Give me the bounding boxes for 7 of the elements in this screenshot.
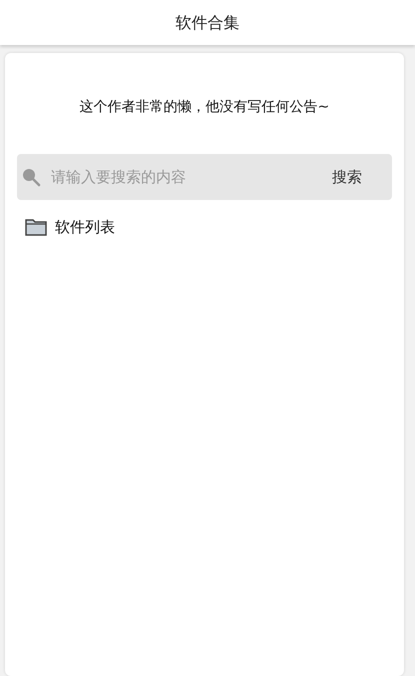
search-button[interactable]: 搜索: [322, 166, 388, 188]
search-field[interactable]: 请输入要搜索的内容 搜索: [17, 154, 392, 200]
notice-text: 这个作者非常的懒，他没有写任何公告~: [80, 99, 330, 115]
search-icon: [21, 167, 41, 187]
list-item[interactable]: 软件列表: [5, 200, 404, 254]
page-title: 软件合集: [176, 12, 240, 34]
folder-icon: [25, 218, 47, 236]
